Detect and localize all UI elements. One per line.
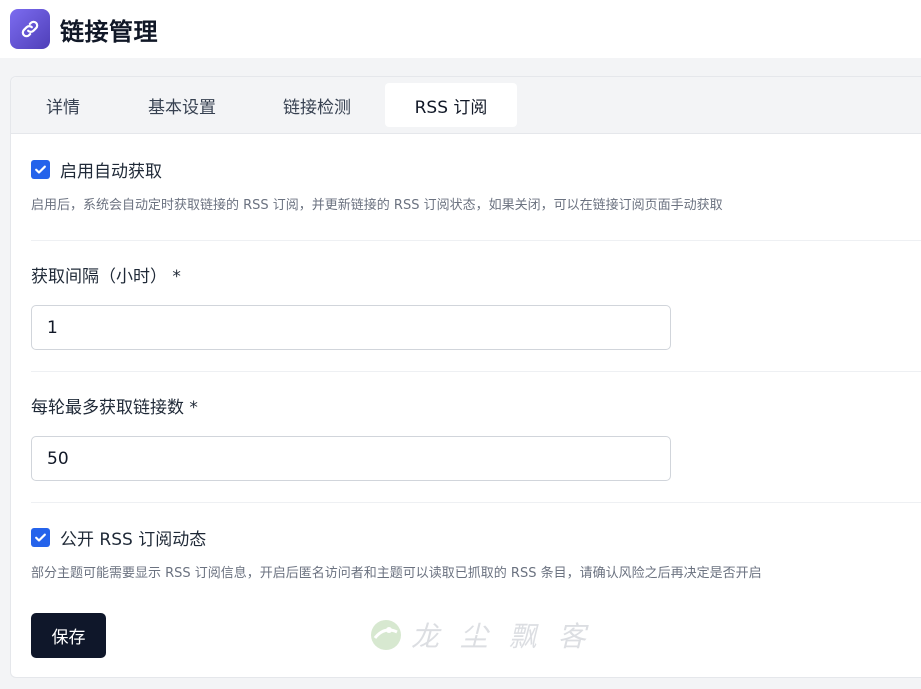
- public-feed-label[interactable]: 公开 RSS 订阅动态: [60, 525, 206, 550]
- check-icon: [35, 165, 46, 174]
- tab-link-check[interactable]: 链接检测: [249, 83, 385, 127]
- divider: [31, 502, 921, 503]
- max-links-label: 每轮最多获取链接数 *: [31, 398, 198, 418]
- interval-label: 获取间隔（小时） *: [31, 267, 181, 287]
- check-icon: [35, 533, 46, 542]
- auto-fetch-label[interactable]: 启用自动获取: [60, 157, 162, 182]
- public-feed-help: 部分主题可能需要显示 RSS 订阅信息，开启后匿名访问者和主题可以读取已抓取的 …: [31, 566, 762, 581]
- divider: [31, 240, 921, 241]
- public-feed-checkbox[interactable]: [31, 528, 50, 547]
- page-header: 链接管理: [0, 0, 921, 58]
- tab-basic-settings[interactable]: 基本设置: [115, 83, 249, 127]
- tab-details[interactable]: 详情: [11, 83, 115, 127]
- auto-fetch-checkbox[interactable]: [31, 160, 50, 179]
- tab-rss-subscription[interactable]: RSS 订阅: [385, 83, 517, 127]
- public-feed-section: 公开 RSS 订阅动态 部分主题可能需要显示 RSS 订阅信息，开启后匿名访问者…: [31, 525, 921, 581]
- watermark: 龙 尘 飘 客: [369, 615, 592, 655]
- divider: [31, 371, 921, 372]
- page-title: 链接管理: [60, 17, 158, 46]
- settings-card: 详情 基本设置 链接检测 RSS 订阅 启用自动获取 启用后，系统会自动定时获取…: [10, 76, 921, 678]
- link-icon: [10, 9, 50, 49]
- interval-label-row: 获取间隔（小时） *: [31, 262, 921, 287]
- save-button[interactable]: 保存: [31, 613, 106, 658]
- auto-fetch-help: 启用后，系统会自动定时获取链接的 RSS 订阅，并更新链接的 RSS 订阅状态，…: [31, 198, 723, 213]
- watermark-logo-icon: [371, 620, 401, 650]
- auto-fetch-section: 启用自动获取 启用后，系统会自动定时获取链接的 RSS 订阅，并更新链接的 RS…: [31, 157, 921, 213]
- max-links-input[interactable]: 50: [31, 436, 671, 481]
- interval-input[interactable]: 1: [31, 305, 671, 350]
- watermark-text: 龙 尘 飘 客: [411, 620, 592, 653]
- tab-bar: 详情 基本设置 链接检测 RSS 订阅: [11, 77, 921, 134]
- max-links-label-row: 每轮最多获取链接数 *: [31, 393, 921, 418]
